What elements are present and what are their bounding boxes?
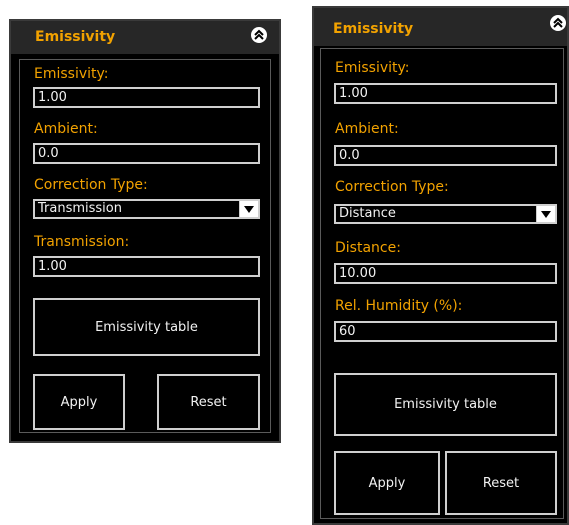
panel-title: Emissivity [35,29,116,45]
emissivity-label: Emissivity: [34,66,109,82]
apply-button[interactable]: Apply [33,374,125,430]
distance-input[interactable]: 10.00 [334,263,557,284]
humidity-label: Rel. Humidity (%): [335,298,463,314]
emissivity-panel-left: Emissivity Emissivity: 1.00 Ambient: 0.0… [9,19,281,443]
correction-type-label: Correction Type: [34,177,148,193]
panel-body: Emissivity: 1.00 Ambient: 0.0 Correction… [320,48,564,519]
ambient-input[interactable]: 0.0 [33,143,260,164]
humidity-input[interactable]: 60 [334,321,557,342]
ambient-label: Ambient: [335,121,399,137]
emissivity-table-button[interactable]: Emissivity table [334,373,557,436]
correction-type-value: Distance [339,206,396,221]
correction-type-select[interactable]: Transmission [33,199,260,219]
panel-body: Emissivity: 1.00 Ambient: 0.0 Correction… [19,59,271,433]
transmission-label: Transmission: [34,234,130,250]
collapse-icon[interactable] [550,15,566,31]
panel-header: Emissivity [11,21,279,54]
emissivity-input[interactable]: 1.00 [334,83,557,104]
chevron-down-icon[interactable] [536,206,555,222]
ambient-label: Ambient: [34,121,98,137]
distance-label: Distance: [335,240,401,256]
emissivity-input[interactable]: 1.00 [33,87,260,108]
panel-header: Emissivity [314,8,567,46]
correction-type-select[interactable]: Distance [334,204,557,224]
ambient-input[interactable]: 0.0 [334,145,557,166]
apply-button[interactable]: Apply [334,451,440,515]
correction-type-label: Correction Type: [335,179,449,195]
reset-button[interactable]: Reset [445,451,557,515]
emissivity-panel-right: Emissivity Emissivity: 1.00 Ambient: 0.0… [312,6,569,525]
emissivity-label: Emissivity: [335,60,410,76]
correction-type-value: Transmission [38,201,122,216]
transmission-input[interactable]: 1.00 [33,256,260,277]
reset-button[interactable]: Reset [157,374,260,430]
collapse-icon[interactable] [251,27,267,43]
panel-title: Emissivity [333,21,414,37]
emissivity-table-button[interactable]: Emissivity table [33,298,260,356]
chevron-down-icon[interactable] [239,201,258,217]
